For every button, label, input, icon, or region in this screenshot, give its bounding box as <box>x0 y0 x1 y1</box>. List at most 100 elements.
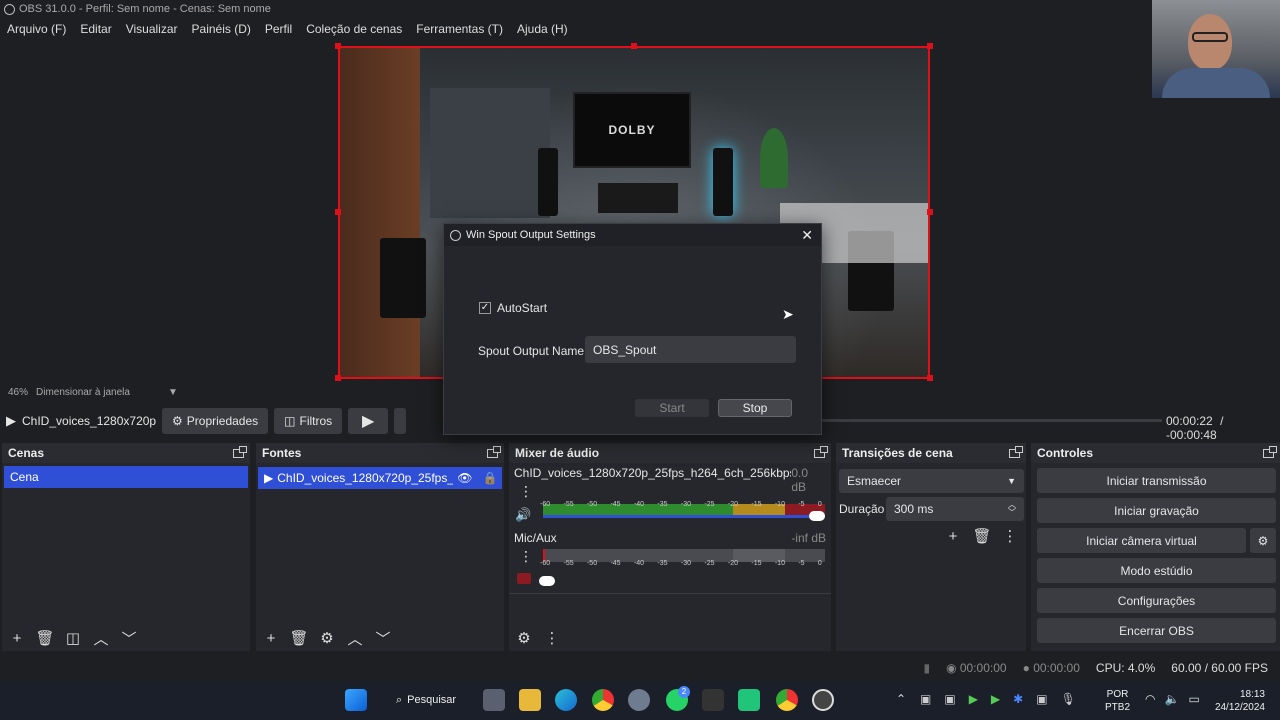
task-view-icon[interactable] <box>483 689 505 711</box>
stop-button[interactable] <box>394 408 407 434</box>
chrome-profile-icon[interactable] <box>776 689 798 711</box>
trash-icon[interactable]: 🗑 <box>288 627 310 649</box>
search-label: Pesquisar <box>407 694 457 706</box>
settings-gear-icon[interactable] <box>628 689 650 711</box>
menu-view[interactable]: Visualizar <box>126 22 178 36</box>
tray-app-icon[interactable]: ▶ <box>969 692 978 706</box>
undock-icon[interactable] <box>1263 445 1277 458</box>
resize-handle[interactable] <box>927 43 933 49</box>
studio-mode-button[interactable]: Modo estúdio <box>1037 558 1276 583</box>
speaker-icon[interactable]: 🔊 <box>515 507 531 523</box>
menu-docks[interactable]: Painéis (D) <box>192 22 251 36</box>
trash-icon[interactable]: 🗑 <box>34 627 56 649</box>
start-virtual-camera-label: Iniciar câmera virtual <box>1086 533 1197 548</box>
volume-handle[interactable] <box>809 511 825 521</box>
play-small-icon[interactable]: ▶ <box>6 413 16 429</box>
obs-taskbar-icon[interactable] <box>812 689 834 711</box>
undock-icon[interactable] <box>487 445 501 458</box>
kebab-menu-icon[interactable]: ⋮ <box>519 548 533 565</box>
volume-icon: 🔈 <box>1164 692 1180 706</box>
settings-button[interactable]: Configurações <box>1037 588 1276 613</box>
close-icon[interactable]: ✕ <box>801 227 813 244</box>
start-virtual-camera-button[interactable]: Iniciar câmera virtual <box>1037 528 1246 553</box>
muted-speaker-icon[interactable] <box>517 573 531 584</box>
chevron-down-icon[interactable]: ▼ <box>168 387 178 398</box>
trash-icon[interactable]: 🗑 <box>971 525 993 547</box>
file-explorer-icon[interactable] <box>519 689 541 711</box>
menu-bar: Arquivo (F) Editar Visualizar Painéis (D… <box>0 19 1150 39</box>
undock-icon[interactable] <box>1009 445 1023 458</box>
system-tray[interactable]: ◠ 🔈 ▭ <box>1145 692 1200 706</box>
virtual-camera-settings-button[interactable]: ⚙ <box>1250 528 1276 553</box>
eye-icon[interactable]: 👁 <box>457 471 472 485</box>
transition-select[interactable]: Esmaecer ▼ <box>839 469 1024 493</box>
properties-button[interactable]: ⚙ Propriedades <box>162 408 269 434</box>
autostart-checkbox[interactable]: ✓ <box>479 302 491 314</box>
add-icon[interactable]: + <box>942 525 964 547</box>
obs-logo-icon <box>450 229 461 241</box>
lock-icon[interactable]: 🔒 <box>482 471 497 485</box>
taskbar-search[interactable]: ⌕ Pesquisar <box>386 689 464 711</box>
menu-edit[interactable]: Editar <box>80 22 111 36</box>
tray-app-icon[interactable]: ▶ <box>991 692 1000 706</box>
start-recording-button[interactable]: Iniciar gravação <box>1037 498 1276 523</box>
dialog-title-bar: Win Spout Output Settings ✕ <box>444 224 821 246</box>
app-icon[interactable] <box>702 689 724 711</box>
microphone-icon[interactable]: 🎙 <box>1061 692 1076 706</box>
spout-name-input[interactable]: OBS_Spout <box>585 336 796 363</box>
edge-icon[interactable] <box>555 689 577 711</box>
menu-profile[interactable]: Perfil <box>265 22 292 36</box>
scene-item[interactable]: Cena <box>4 466 248 488</box>
kebab-menu-icon[interactable]: ⋮ <box>999 525 1021 547</box>
chevron-up-icon[interactable]: ︿ <box>90 627 112 649</box>
filters-button[interactable]: ◫ Filtros <box>274 408 343 434</box>
stop-button[interactable]: Stop <box>718 399 792 417</box>
tray-app-icon[interactable]: ▣ <box>920 692 931 706</box>
taskbar-clock[interactable]: 18:13 24/12/2024 <box>1210 688 1265 714</box>
resize-handle[interactable] <box>335 43 341 49</box>
filter-icon[interactable]: ◫ <box>62 627 84 649</box>
undock-icon[interactable] <box>233 445 247 458</box>
exit-button[interactable]: Encerrar OBS <box>1037 618 1276 643</box>
channel-1-volume-slider[interactable] <box>543 515 825 518</box>
app-a-icon[interactable] <box>738 689 760 711</box>
start-button[interactable]: Start <box>635 399 709 417</box>
sources-toolbar: + 🗑 ⚙ ︿ ﹀ <box>256 627 394 649</box>
add-icon[interactable]: + <box>260 627 282 649</box>
menu-scene-collection[interactable]: Coleção de cenas <box>306 22 402 36</box>
undock-icon[interactable] <box>814 445 828 458</box>
chevron-up-icon[interactable]: ⌃ <box>896 692 906 706</box>
start-streaming-button[interactable]: Iniciar transmissão <box>1037 468 1276 493</box>
kebab-menu-icon[interactable]: ⋮ <box>519 483 533 500</box>
chevron-down-icon[interactable]: ﹀ <box>118 627 140 649</box>
language-indicator[interactable]: POR PTB2 <box>1105 688 1130 714</box>
source-item[interactable]: ▶ ChID_voices_1280x720p_25fps_h26 👁 🔒 <box>258 467 502 489</box>
media-timeline[interactable] <box>822 419 1162 422</box>
tray-app-icon[interactable]: ▣ <box>1036 692 1047 706</box>
gear-icon[interactable]: ⚙ <box>316 627 338 649</box>
resize-handle[interactable] <box>631 43 637 49</box>
menu-help[interactable]: Ajuda (H) <box>517 22 568 36</box>
chevron-down-icon[interactable]: ﹀ <box>372 627 394 649</box>
chevron-up-icon[interactable]: ︿ <box>344 627 366 649</box>
spin-arrows-icon[interactable]: ︿ ﹀ <box>1008 501 1016 517</box>
speaker-right <box>713 148 733 216</box>
mixer-channel-1-header: ChID_voices_1280x720p_25fps_h264_6ch_256… <box>514 466 826 494</box>
zoom-mode-select[interactable]: Dimensionar à janela <box>36 387 130 398</box>
resize-handle[interactable] <box>927 375 933 381</box>
play-button[interactable]: ▶ <box>348 408 389 434</box>
duration-spinbox[interactable]: 300 ms ︿ ﹀ <box>886 497 1024 521</box>
chrome-icon[interactable] <box>592 689 614 711</box>
volume-handle[interactable] <box>539 576 555 586</box>
bluetooth-icon[interactable]: ✱ <box>1013 692 1023 706</box>
menu-tools[interactable]: Ferramentas (T) <box>416 22 503 36</box>
windows-start-icon[interactable] <box>345 689 367 711</box>
tray-app-icon[interactable]: ▣ <box>944 692 955 706</box>
resize-handle[interactable] <box>335 209 341 215</box>
resize-handle[interactable] <box>927 209 933 215</box>
resize-handle[interactable] <box>335 375 341 381</box>
kebab-menu-icon[interactable]: ⋮ <box>541 627 563 649</box>
add-icon[interactable]: + <box>6 627 28 649</box>
gear-icon[interactable]: ⚙ <box>513 627 535 649</box>
menu-file[interactable]: Arquivo (F) <box>7 22 66 36</box>
